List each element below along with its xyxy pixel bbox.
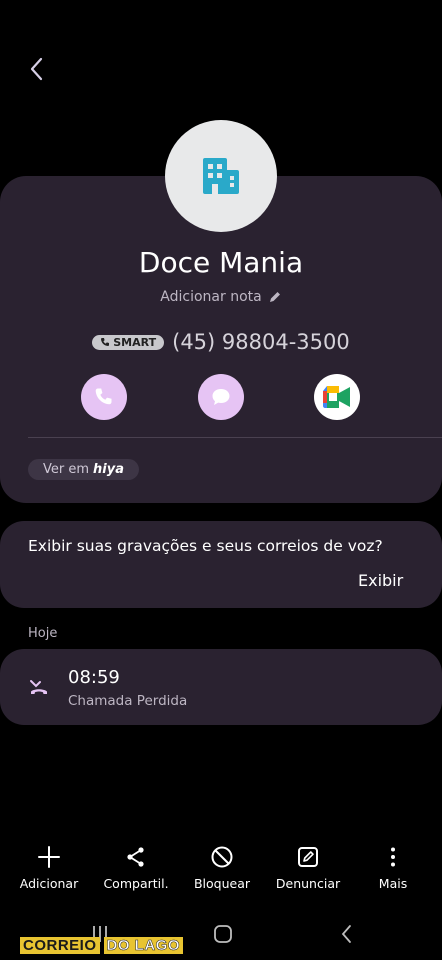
back-button[interactable] (22, 54, 52, 84)
view-on-hiya-button[interactable]: Ver em hiya (28, 459, 139, 480)
watermark-part-2: DO LAGO (103, 936, 184, 954)
home-icon[interactable] (212, 923, 234, 945)
watermark-part-1: CORREIO (20, 936, 100, 954)
report-icon (295, 844, 321, 870)
share-label: Compartil. (103, 876, 169, 891)
system-back-icon[interactable] (336, 923, 358, 945)
divider (28, 437, 442, 438)
block-button[interactable]: Bloquear (193, 844, 251, 891)
hiya-prefix: Ver em (43, 462, 90, 477)
share-icon (123, 844, 149, 870)
add-note-button[interactable]: Adicionar nota (0, 289, 442, 305)
phone-number[interactable]: (45) 98804-3500 (172, 330, 350, 354)
smart-badge: SMART (92, 334, 165, 350)
report-button[interactable]: Denunciar (276, 844, 340, 891)
smart-badge-label: SMART (113, 335, 157, 349)
block-label: Bloquear (193, 876, 251, 891)
voice-recordings-card (0, 521, 442, 608)
add-button[interactable]: Adicionar (20, 844, 78, 891)
call-button[interactable] (81, 374, 127, 420)
share-button[interactable]: Compartil. (103, 844, 169, 891)
status-bar (0, 0, 442, 6)
chevron-left-icon (30, 57, 43, 81)
building-icon (203, 158, 239, 194)
call-type: Chamada Perdida (68, 693, 188, 709)
meet-video-icon (323, 386, 350, 408)
voice-recordings-text: Exibir suas gravações e seus correios de… (28, 537, 383, 555)
show-recordings-button[interactable]: Exibir (358, 571, 403, 590)
hiya-logo: hiya (93, 462, 124, 477)
missed-call-icon (28, 676, 50, 698)
more-button[interactable]: Mais (372, 844, 414, 891)
phone-icon (95, 388, 112, 405)
more-vertical-icon (380, 844, 406, 870)
bottom-action-bar: Adicionar Compartil. Bloquear Denunciar (0, 844, 442, 896)
phone-row: SMART (45) 98804-3500 (0, 330, 442, 354)
more-label: Mais (378, 876, 408, 891)
add-note-label: Adicionar nota (160, 289, 262, 305)
call-time: 08:59 (68, 667, 120, 688)
contact-name: Doce Mania (138, 246, 304, 279)
block-icon (209, 844, 235, 870)
pencil-icon (269, 292, 280, 302)
report-label: Denunciar (275, 876, 341, 891)
call-history-item[interactable] (0, 649, 442, 725)
correio-do-lago-watermark: CORREIO DO LAGO (20, 936, 184, 954)
phone-small-icon (101, 338, 110, 346)
plus-icon (36, 844, 62, 870)
meet-video-button[interactable] (314, 374, 360, 420)
message-button[interactable] (198, 374, 244, 420)
section-label-today: Hoje (28, 626, 58, 641)
contact-avatar[interactable] (165, 120, 277, 232)
add-label: Adicionar (19, 876, 79, 891)
message-icon (212, 389, 230, 405)
